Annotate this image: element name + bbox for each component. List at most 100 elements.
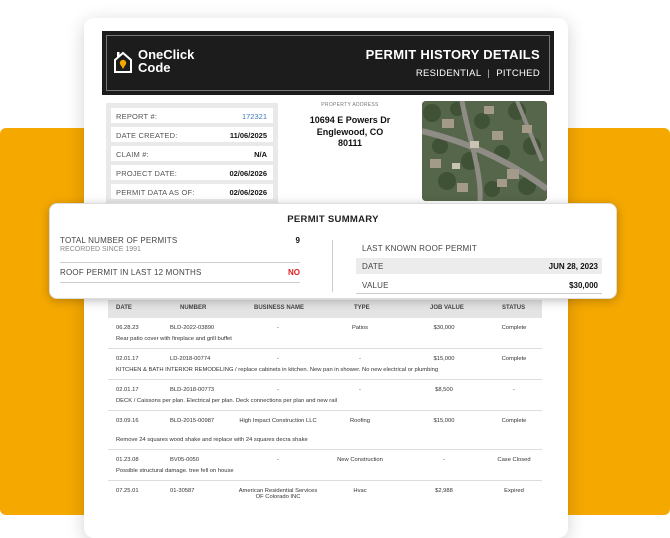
cell-number: BV05-0050 — [170, 457, 200, 463]
cell-date: 07.25.01 — [116, 488, 139, 494]
cell-status: Complete — [501, 356, 527, 362]
cell-type: Roofing — [350, 418, 370, 424]
cell-number: BLD-2015-00987 — [170, 418, 215, 424]
total-permits-sublabel: RECORDED SINCE 1991 — [60, 246, 141, 253]
date-value: JUN 28, 2023 — [548, 262, 598, 271]
last-roof-permit-heading: LAST KNOWN ROOF PERMIT — [356, 240, 602, 256]
table-row[interactable]: 02.01.17 LD-2018-00774 - - $15,000 Compl… — [108, 349, 542, 380]
table-row[interactable]: 07.25.01 01-30587 American Residential S… — [108, 481, 542, 517]
cell-number: BLD-2018-00773 — [170, 387, 215, 393]
report-number-link[interactable]: 172321 — [242, 112, 267, 121]
brand-line-2: Code — [138, 60, 171, 75]
cell-status: Case Closed — [497, 457, 531, 463]
cell-business: American Residential Services OF Colorad… — [238, 488, 318, 500]
table-header: DATE NUMBER BUSINESS NAME TYPE JOB VALUE… — [108, 300, 542, 318]
cell-number: 01-30587 — [170, 488, 195, 494]
info-label: PERMIT DATA AS OF: — [116, 188, 195, 197]
cell-status: - — [513, 387, 515, 393]
info-label: REPORT #: — [116, 112, 158, 121]
date-label: DATE — [362, 262, 384, 271]
info-row-report: REPORT #: 172321 — [111, 108, 273, 123]
address-street: 10694 E Powers Dr — [309, 115, 391, 125]
vertical-divider — [332, 240, 333, 292]
cell-type: Patios — [351, 325, 369, 331]
cell-date: 02.01.17 — [116, 356, 139, 362]
table-row[interactable]: 02.01.17 BLD-2018-00773 - - $8,500 - DEC… — [108, 380, 542, 411]
cell-job-value: - — [443, 457, 445, 463]
roof-12mo-label: ROOF PERMIT IN LAST 12 MONTHS — [60, 268, 202, 277]
roof-12mo-value: NO — [288, 268, 300, 277]
cell-type: - — [359, 356, 361, 362]
table-row[interactable]: 01.23.08 BV05-0050 - New Construction - … — [108, 450, 542, 481]
col-number: NUMBER — [180, 305, 207, 311]
table-row[interactable]: 06.28.23 BLD-2022-03890 - Patios $30,000… — [108, 318, 542, 349]
table-row[interactable]: 03.09.16 BLD-2015-00987 High Impact Cons… — [108, 411, 542, 450]
cell-job-value: $15,000 — [433, 418, 455, 424]
cell-business: - — [277, 387, 279, 393]
col-type: TYPE — [354, 305, 370, 311]
cell-job-value: $2,988 — [435, 488, 453, 494]
cell-description: KITCHEN & BATH INTERIOR REMODELING / rep… — [116, 367, 439, 373]
building-type: RESIDENTIAL — [415, 68, 482, 79]
total-permits-label: TOTAL NUMBER OF PERMITS — [60, 236, 178, 245]
cell-business: - — [277, 457, 279, 463]
cell-status: Expired — [504, 488, 524, 494]
last-roof-date-row: DATE JUN 28, 2023 — [356, 258, 602, 274]
report-subtitle: RESIDENTIAL | PITCHED — [416, 68, 540, 79]
cell-number: BLD-2022-03890 — [170, 325, 215, 331]
cell-type: - — [359, 387, 361, 393]
cell-date: 06.28.23 — [116, 325, 139, 331]
cell-status: Complete — [501, 418, 527, 424]
col-date: DATE — [116, 305, 132, 311]
cell-description: Rear patio cover with fireplace and gril… — [116, 336, 232, 342]
roof-12mo-row: ROOF PERMIT IN LAST 12 MONTHS NO — [60, 268, 300, 277]
divider — [60, 262, 300, 263]
address-city: Englewood, CO — [316, 126, 384, 137]
value-amount: $30,000 — [569, 281, 598, 290]
cell-date: 03.09.16 — [116, 418, 139, 424]
cell-business: - — [277, 356, 279, 362]
subtitle-separator: | — [487, 68, 491, 79]
col-job-value: JOB VALUE — [430, 305, 464, 311]
info-row-date-created: DATE CREATED: 11/06/2025 — [111, 127, 273, 142]
info-value: 02/06/2026 — [229, 188, 267, 197]
report-title: PERMIT HISTORY DETAILS — [365, 47, 540, 62]
cell-business: - — [277, 325, 279, 331]
satellite-map-image — [422, 101, 547, 201]
cell-number: LD-2018-00774 — [170, 356, 211, 362]
cell-date: 01.23.08 — [116, 457, 139, 463]
cell-status: Complete — [501, 325, 527, 331]
brand-name: OneClick Code — [138, 48, 194, 74]
info-row-permit-data-as-of: PERMIT DATA AS OF: 02/06/2026 — [111, 184, 273, 199]
cell-description: DECK / Caissons per plan. Electrical per… — [116, 398, 338, 404]
info-label: PROJECT DATE: — [116, 169, 178, 178]
permit-summary-panel: PERMIT SUMMARY TOTAL NUMBER OF PERMITS R… — [49, 203, 617, 299]
info-label: CLAIM #: — [116, 150, 149, 159]
report-header: OneClick Code PERMIT HISTORY DETAILS RES… — [102, 31, 554, 95]
divider — [60, 282, 300, 283]
cell-job-value: $30,000 — [433, 325, 455, 331]
report-info-panel: REPORT #: 172321 DATE CREATED: 11/06/202… — [106, 103, 278, 203]
house-logo-icon — [114, 51, 132, 73]
address-zip: 80111 — [337, 138, 363, 148]
last-roof-label: LAST KNOWN ROOF PERMIT — [362, 244, 477, 253]
cell-description: Remove 24 squares wood shake and replace… — [116, 437, 308, 443]
info-row-project-date: PROJECT DATE: 02/06/2026 — [111, 165, 273, 180]
cell-job-value: $15,000 — [433, 356, 455, 362]
cell-business: High Impact Construction LLC — [239, 418, 317, 424]
roof-type: PITCHED — [496, 68, 540, 79]
cell-type: New Construction — [337, 457, 383, 463]
property-address: 10694 E Powers Dr Englewood, CO 80111 — [284, 115, 416, 150]
last-roof-value-row: VALUE $30,000 — [356, 277, 602, 294]
info-label: DATE CREATED: — [116, 131, 178, 140]
info-value: N/A — [254, 150, 267, 159]
info-row-claim: CLAIM #: N/A — [111, 146, 273, 161]
info-value: 02/06/2026 — [229, 169, 267, 178]
col-status: STATUS — [502, 305, 526, 311]
cell-date: 02.01.17 — [116, 387, 139, 393]
summary-title: PERMIT SUMMARY — [287, 214, 379, 225]
total-permits-value: 9 — [295, 236, 300, 245]
value-label: VALUE — [362, 281, 389, 290]
cell-type: Hvac — [353, 488, 367, 494]
property-address-label: PROPERTY ADDRESS — [321, 102, 379, 108]
